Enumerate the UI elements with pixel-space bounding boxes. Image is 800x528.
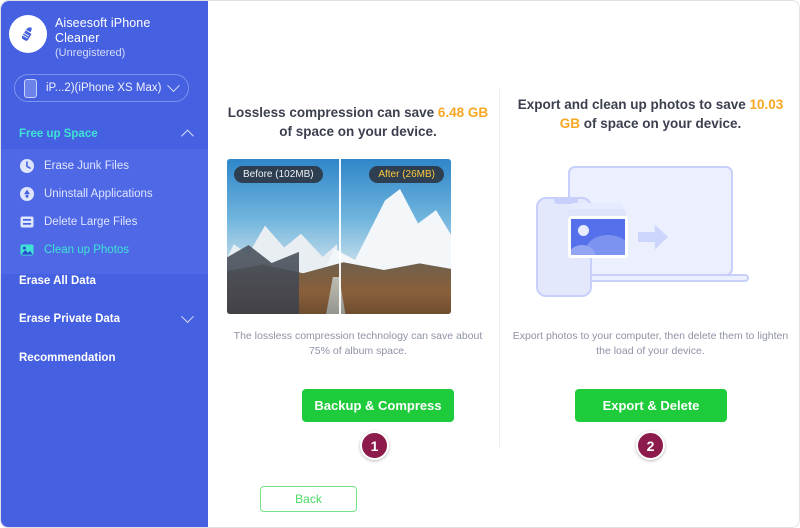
comparison-divider [339,159,341,314]
photo-card-sun [578,225,589,236]
compress-headline: Lossless compression can save 6.48 GB of… [226,101,490,141]
sidebar-group-free-up-space[interactable]: Free up Space [1,119,208,149]
clock-icon [19,158,35,174]
brand: Aiseesoft iPhone Cleaner (Unregistered) [1,1,208,63]
device-selector[interactable]: iP...2)(iPhone XS Max) [14,74,189,102]
sidebar-group-erase-private-data[interactable]: Erase Private Data [1,304,208,334]
compress-savings-value: 6.48 GB [437,105,489,120]
app-window: Aiseesoft iPhone Cleaner (Unregistered) … [0,0,800,528]
sidebar-item-delete-large-files[interactable]: Delete Large Files [1,208,208,236]
export-headline-part1: Export and clean up photos to save [517,97,750,112]
step-badge-2: 2 [636,431,665,460]
transfer-illustration [510,161,790,316]
brand-text: Aiseesoft iPhone Cleaner (Unregistered) [55,15,175,60]
nav-group-erase-private-data: Erase Private Data [1,304,208,334]
window-icon [19,214,35,230]
sidebar-group-label: Free up Space [19,128,98,140]
app-name: Aiseesoft iPhone Cleaner [55,16,151,45]
sidebar-item-uninstall-applications[interactable]: Uninstall Applications [1,180,208,208]
chevron-down-icon [181,309,194,323]
sidebar-item-label: Uninstall Applications [44,188,153,200]
compress-headline-part2: of space on your device. [279,124,437,139]
sidebar-group-label: Recommendation [19,352,116,364]
device-selector-label: iP...2)(iPhone XS Max) [46,82,162,94]
chevron-up-icon [181,129,194,142]
sidebar-item-label: Clean up Photos [44,244,130,256]
export-and-delete-button[interactable]: Export & Delete [575,389,727,422]
sidebar-group-erase-all-data[interactable]: Erase All Data [1,266,208,296]
nav-group-recommendation: Recommendation [1,343,208,373]
sidebar-subnav: Erase Junk Files Uninstall Applications … [1,149,208,274]
app-registration-status: (Unregistered) [55,47,126,59]
export-headline-part2: of space on your device. [579,116,742,131]
apps-icon [19,186,35,202]
column-divider [499,89,500,447]
app-logo [9,15,47,53]
sidebar-group-label: Erase Private Data [19,313,121,325]
chevron-down-icon [167,78,180,92]
step-badge-1: 1 [360,431,389,460]
compress-caption: The lossless compression technology can … [233,330,483,357]
after-tag: After (26MB) [369,166,444,183]
nav-group-erase-all-data: Erase All Data [1,266,208,296]
before-after-image: Before (102MB) After (26MB) [227,159,451,314]
photo-icon [19,242,35,258]
export-caption: Export photos to your computer, then del… [512,330,789,357]
sidebar-item-clean-up-photos[interactable]: Clean up Photos [1,236,208,264]
compress-headline-part1: Lossless compression can save [227,105,438,120]
photo-card-icon [568,216,628,258]
sidebar-item-label: Erase Junk Files [44,160,130,172]
sidebar-item-label: Delete Large Files [44,216,138,228]
phone-icon [24,78,37,98]
export-headline: Export and clean up photos to save 10.03… [508,93,793,133]
main-content: Lossless compression can save 6.48 GB of… [208,1,799,527]
broom-icon [17,23,39,45]
before-tag: Before (102MB) [234,166,323,183]
backup-and-compress-button[interactable]: Backup & Compress [302,389,454,422]
sidebar: Aiseesoft iPhone Cleaner (Unregistered) … [1,1,208,527]
photo-card-hill-small [571,245,595,255]
back-button[interactable]: Back [260,486,357,512]
sidebar-group-recommendation[interactable]: Recommendation [1,343,208,373]
nav-group-free-up-space: Free up Space Erase Junk Files Uninstall… [1,119,208,274]
sidebar-item-erase-junk-files[interactable]: Erase Junk Files [1,152,208,180]
sidebar-group-label: Erase All Data [19,275,96,287]
